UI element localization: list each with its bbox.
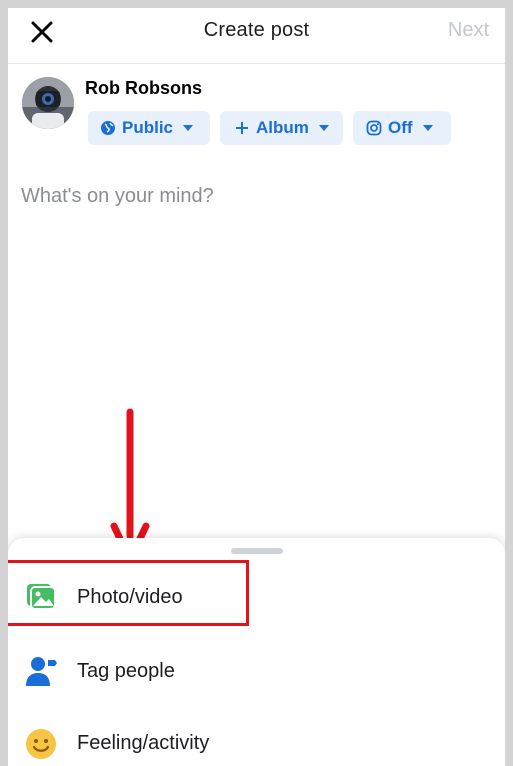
tag-people-icon [26,657,57,686]
post-text-input[interactable] [21,176,491,216]
create-post-screen: Create post Next Rob Robsons Public Albu… [8,8,505,766]
avatar[interactable] [22,77,74,129]
feeling-activity-icon [26,729,56,759]
feeling-activity-option[interactable]: Feeling/activity [8,710,505,766]
instagram-icon [366,120,382,136]
feeling-activity-label: Feeling/activity [77,732,210,754]
tag-people-option[interactable]: Tag people [8,638,505,702]
audience-selector[interactable]: Public [88,111,210,145]
album-label: Album [256,118,309,137]
caret-down-icon [422,125,433,131]
header-divider [8,63,505,64]
next-button[interactable]: Next [448,19,489,42]
album-selector[interactable]: Album [220,111,343,145]
caret-down-icon [183,125,194,131]
instagram-label: Off [388,118,413,137]
red-highlight-box-annotation [8,560,249,626]
globe-icon [101,121,115,135]
avatar-photo [22,77,74,129]
tag-people-label: Tag people [77,660,175,682]
instagram-share-toggle[interactable]: Off [353,111,451,145]
sheet-drag-handle[interactable] [231,548,283,554]
author-name: Rob Robsons [85,78,202,98]
plus-icon [236,122,248,134]
audience-label: Public [122,118,174,137]
page-title: Create post [203,19,310,41]
header: Create post Next [8,8,505,56]
caret-down-icon [318,125,329,131]
